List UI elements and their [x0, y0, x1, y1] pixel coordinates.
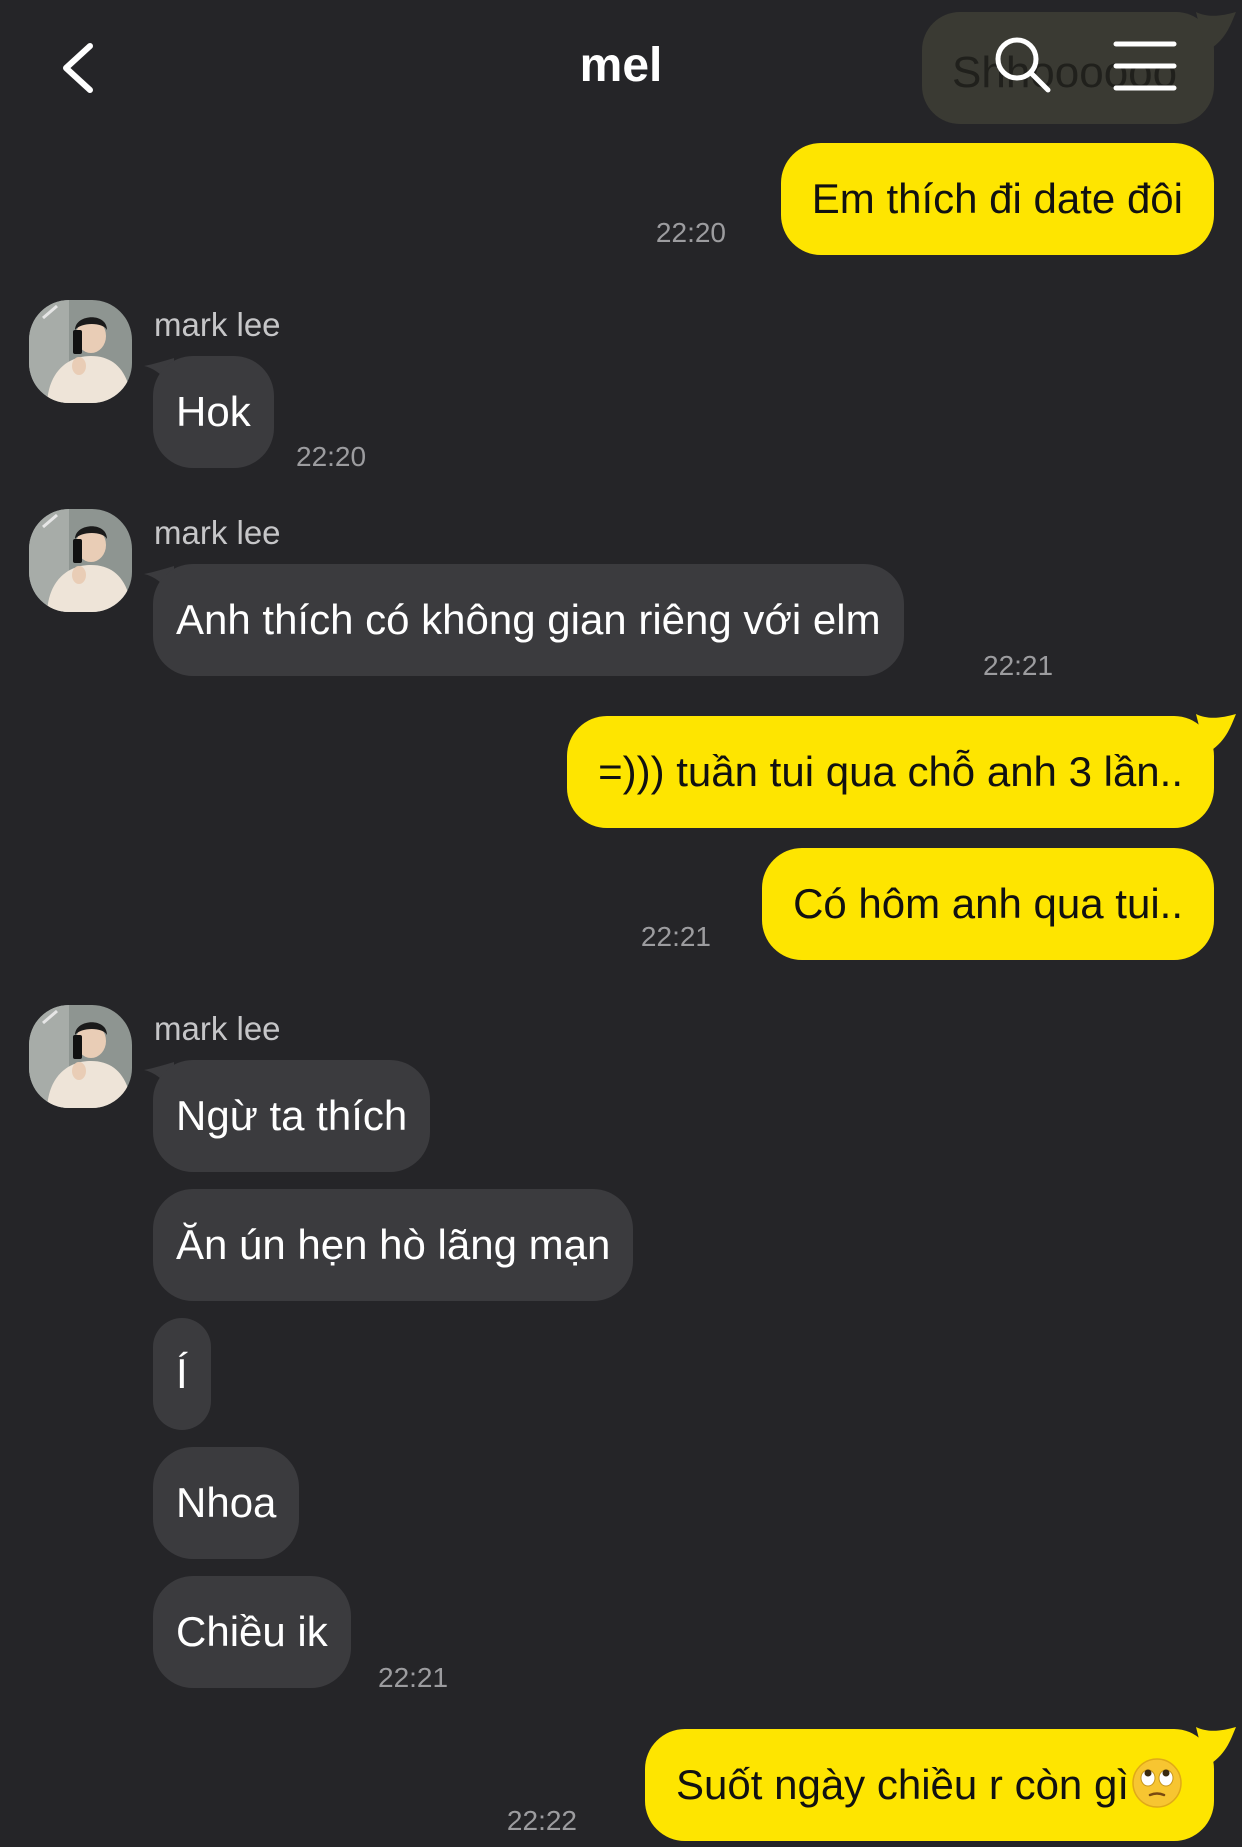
back-button[interactable] [52, 38, 112, 98]
message-text: Suốt ngày chiều r còn gì [676, 1761, 1129, 1808]
outgoing-message[interactable]: Suốt ngày chiều r còn gì [645, 1729, 1214, 1841]
chat-screen: Shhoooooo mel 22:20 Em thích đi date đôi… [0, 0, 1242, 1847]
incoming-message[interactable]: Chiều ik [153, 1576, 351, 1688]
incoming-message[interactable]: Anh thích có không gian riêng với elm [153, 564, 904, 676]
avatar-photo [29, 509, 132, 612]
menu-button[interactable] [1112, 38, 1178, 94]
outgoing-message[interactable]: =))) tuần tui qua chỗ anh 3 lần.. [567, 716, 1214, 828]
avatar[interactable] [29, 509, 132, 612]
message-time: 22:20 [296, 441, 367, 472]
search-button[interactable] [992, 34, 1054, 96]
avatar-photo [29, 300, 132, 403]
sender-name: mark lee [154, 514, 281, 551]
avatar-photo [29, 1005, 132, 1108]
message-time: 22:21 [640, 921, 711, 952]
message-time: 22:21 [378, 1662, 449, 1693]
chat-title: mel [579, 39, 663, 92]
incoming-message[interactable]: Ngừ ta thích [153, 1060, 431, 1172]
outgoing-message[interactable]: Có hôm anh qua tui.. [762, 848, 1214, 960]
avatar[interactable] [29, 1005, 132, 1108]
sender-name: mark lee [154, 306, 281, 343]
eye-roll-emoji-icon [1132, 1758, 1182, 1808]
chat-header: mel [0, 0, 1242, 135]
avatar[interactable] [29, 300, 132, 403]
message-time: 22:22 [506, 1805, 577, 1836]
search-icon [995, 37, 1051, 93]
outgoing-message[interactable]: Em thích đi date đôi [780, 143, 1214, 255]
incoming-message[interactable]: Hok [153, 356, 274, 468]
message-time: 22:20 [655, 217, 726, 248]
chevron-left-icon [63, 43, 93, 93]
hamburger-menu-icon [1113, 41, 1177, 91]
incoming-message[interactable]: Nhoa [153, 1447, 300, 1559]
message-time: 22:21 [983, 650, 1054, 681]
incoming-message[interactable]: Ăn ún hẹn hò lãng mạn [153, 1189, 634, 1301]
incoming-message[interactable]: Í [153, 1318, 211, 1430]
sender-name: mark lee [154, 1010, 281, 1047]
